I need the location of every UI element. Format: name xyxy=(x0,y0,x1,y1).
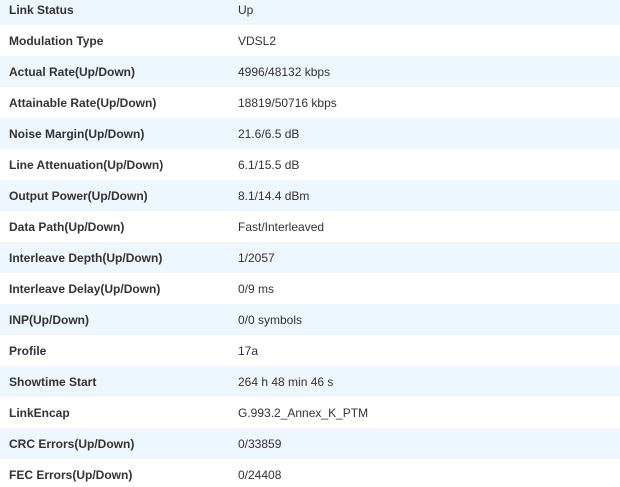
table-row: LinkEncap G.993.2_Annex_K_PTM xyxy=(0,397,620,428)
table-row: Actual Rate(Up/Down) 4996/48132 kbps xyxy=(0,56,620,87)
row-value: G.993.2_Annex_K_PTM xyxy=(238,405,369,420)
row-value: Up xyxy=(238,2,254,17)
row-label: Attainable Rate(Up/Down) xyxy=(9,95,157,110)
row-label: LinkEncap xyxy=(9,405,70,420)
row-label: Modulation Type xyxy=(9,33,104,48)
row-value: 21.6/6.5 dB xyxy=(238,126,300,141)
row-label: INP(Up/Down) xyxy=(9,312,89,327)
row-label: Interleave Delay(Up/Down) xyxy=(9,281,161,296)
row-label: Link Status xyxy=(9,2,74,17)
row-value: 0/24408 xyxy=(238,467,282,482)
row-label: Output Power(Up/Down) xyxy=(9,188,148,203)
row-value: 8.1/14.4 dBm xyxy=(238,188,310,203)
table-row: Attainable Rate(Up/Down) 18819/50716 kbps xyxy=(0,87,620,118)
row-value: 17a xyxy=(238,343,259,358)
table-row: Interleave Delay(Up/Down) 0/9 ms xyxy=(0,273,620,304)
table-row: Interleave Depth(Up/Down) 1/2057 xyxy=(0,242,620,273)
row-value: VDSL2 xyxy=(238,33,277,48)
row-value: Fast/Interleaved xyxy=(238,219,325,234)
table-row: INP(Up/Down) 0/0 symbols xyxy=(0,304,620,335)
row-label: Profile xyxy=(9,343,47,358)
row-label: Actual Rate(Up/Down) xyxy=(9,64,135,79)
row-label: CRC Errors(Up/Down) xyxy=(9,436,135,451)
table-row: Link Status Up xyxy=(0,0,620,25)
row-value: 1/2057 xyxy=(238,250,275,265)
row-label: Showtime Start xyxy=(9,374,97,389)
table-row: Output Power(Up/Down) 8.1/14.4 dBm xyxy=(0,180,620,211)
table-row: Line Attenuation(Up/Down) 6.1/15.5 dB xyxy=(0,149,620,180)
row-value: 6.1/15.5 dB xyxy=(238,157,300,172)
dsl-status-table: Link Status Up Modulation Type VDSL2 Actual … xyxy=(0,0,620,487)
row-value: 4996/48132 kbps xyxy=(238,64,331,79)
table-row: Modulation Type VDSL2 xyxy=(0,25,620,56)
table-row: FEC Errors(Up/Down) 0/24408 xyxy=(0,459,620,487)
table-row: Noise Margin(Up/Down) 21.6/6.5 dB xyxy=(0,118,620,149)
row-value: 0/0 symbols xyxy=(238,312,303,327)
row-label: Interleave Depth(Up/Down) xyxy=(9,250,163,265)
row-value: 0/9 ms xyxy=(238,281,275,296)
table-row: Profile 17a xyxy=(0,335,620,366)
table-row: Data Path(Up/Down) Fast/Interleaved xyxy=(0,211,620,242)
row-value: 0/33859 xyxy=(238,436,282,451)
row-label: Data Path(Up/Down) xyxy=(9,219,125,234)
table-row: Showtime Start 264 h 48 min 46 s xyxy=(0,366,620,397)
table-row: CRC Errors(Up/Down) 0/33859 xyxy=(0,428,620,459)
row-value: 18819/50716 kbps xyxy=(238,95,337,110)
row-label: FEC Errors(Up/Down) xyxy=(9,467,133,482)
row-value: 264 h 48 min 46 s xyxy=(238,374,334,389)
row-label: Line Attenuation(Up/Down) xyxy=(9,157,164,172)
row-label: Noise Margin(Up/Down) xyxy=(9,126,145,141)
